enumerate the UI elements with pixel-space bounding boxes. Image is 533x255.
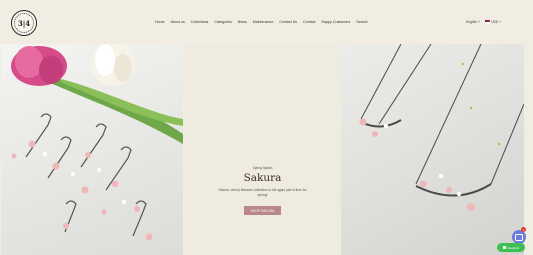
hero-text-panel: Spring Splash Sakura Sakura, cherry blos…: [184, 44, 341, 255]
nav-happy-customers[interactable]: Happy Customers: [322, 20, 351, 24]
language-label: English: [466, 20, 478, 24]
nav-news[interactable]: News: [238, 20, 247, 24]
nav-collections[interactable]: Collections: [191, 20, 209, 24]
hero-title: Sakura: [243, 172, 282, 184]
nav-about-us[interactable]: About us: [171, 20, 185, 24]
site-header: 3|4 Home About us Collections Categories…: [0, 0, 533, 44]
shop-sakura-button[interactable]: SHOP SAKURA: [244, 206, 281, 215]
nav-categories[interactable]: Categories: [214, 20, 231, 24]
nav-maintenance[interactable]: Maintenance: [253, 20, 274, 24]
hero-image-right: [341, 44, 524, 255]
main-nav: Home About us Collections Categories New…: [155, 20, 368, 24]
nav-contact-us[interactable]: Contact Us: [279, 20, 297, 24]
logo-mark: 3|4: [14, 13, 34, 33]
gift-icon: [502, 246, 506, 249]
rewards-button[interactable]: Rewards: [497, 243, 525, 252]
language-selector[interactable]: English ˅: [466, 20, 480, 24]
nav-contact[interactable]: Contact: [303, 20, 315, 24]
nav-search[interactable]: Search: [356, 20, 367, 24]
chat-badge: 1: [521, 227, 526, 232]
hero-description: Sakura, cherry blossom collection is ful…: [218, 188, 307, 197]
nav-home[interactable]: Home: [155, 20, 165, 24]
hero-eyebrow: Spring Splash: [252, 166, 273, 170]
sakura-earrings-photo: [11, 44, 183, 241]
hero-image-left: [1, 44, 183, 255]
currency-label: USD: [491, 20, 499, 24]
brand-logo[interactable]: 3|4: [11, 10, 37, 36]
chat-icon[interactable]: [512, 230, 526, 244]
sakura-necklace-photo: [359, 44, 524, 211]
rewards-label: Rewards: [507, 245, 520, 250]
currency-selector[interactable]: USD ˅: [485, 20, 501, 24]
hero-section: Spring Splash Sakura Sakura, cherry blos…: [0, 44, 533, 255]
us-flag-icon: [485, 20, 491, 24]
locale-tools: English ˅ USD ˅: [466, 20, 501, 24]
